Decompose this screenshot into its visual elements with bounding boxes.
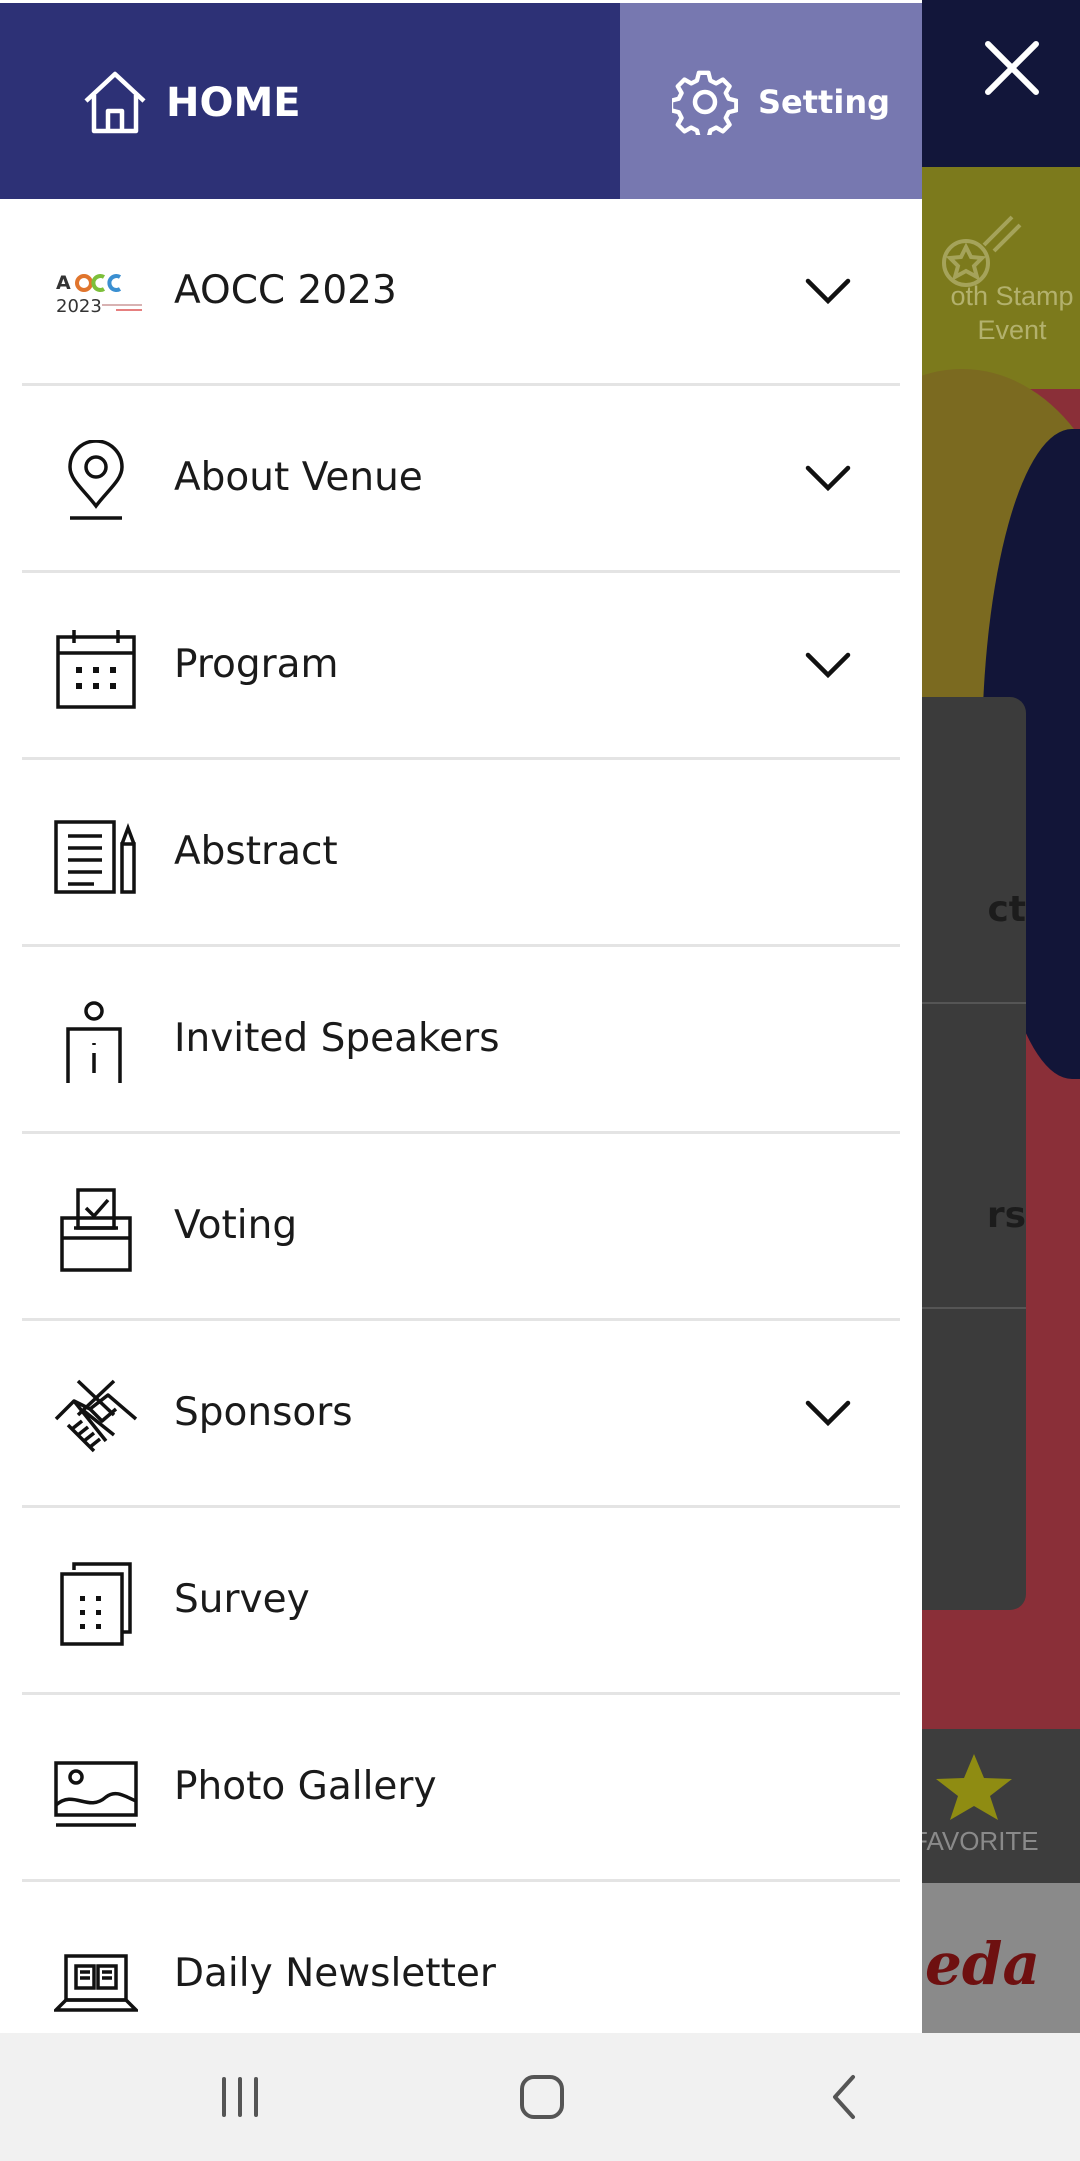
newsletter-laptop-icon [51,1936,141,2020]
menu-item-label: Abstract [174,829,338,874]
home-label: HOME [166,80,301,126]
home-circle-icon [520,2075,564,2119]
chevron-down-icon[interactable] [804,1397,852,1431]
drawer-menu: A 2023 AOCC 2023 About Venue Program Abs… [0,199,922,2033]
image-icon [54,1749,138,1833]
menu-item-label: Survey [174,1577,310,1622]
recent-apps-button[interactable] [210,2067,270,2127]
setting-label: Setting [758,83,890,121]
booth-stamp-tile[interactable]: oth Stamp Event [922,167,1080,389]
menu-item-label: Voting [174,1203,298,1248]
menu-item-daily-newsletter[interactable]: Daily Newsletter [22,1882,900,2033]
navigation-drawer: HOME Setting A 2023 AOCC 2023 About Venu… [0,0,922,2033]
home-system-button[interactable] [512,2067,572,2127]
gear-icon [672,70,738,135]
card-text-abstract: ct [987,889,1026,930]
star-icon[interactable] [930,1752,1018,1822]
calendar-icon [54,627,138,711]
menu-item-survey[interactable]: Survey [22,1508,900,1695]
back-icon [833,2075,855,2119]
back-button[interactable] [815,2067,875,2127]
menu-item-label: Program [174,642,339,687]
menu-item-label: Sponsors [174,1390,353,1435]
handshake-icon [54,1375,138,1459]
card-text-speakers: rs [986,1195,1026,1236]
document-pen-icon [54,814,138,898]
survey-sheet-icon [54,1562,138,1646]
menu-item-about-venue[interactable]: About Venue [22,386,900,573]
menu-item-label: Daily Newsletter [174,1951,496,1996]
favorite-label: FAVORITE [912,1826,1039,1856]
sponsor-banner-text: eda [925,1930,1041,1998]
menu-item-label: Photo Gallery [174,1764,437,1809]
close-drawer-button[interactable] [982,38,1042,98]
system-navigation-bar [0,2033,1080,2161]
recent-apps-icon [222,2077,258,2117]
drawer-header: HOME Setting [0,3,922,199]
close-icon [985,41,1039,95]
background-card: ct rs [922,697,1026,1610]
menu-item-label: AOCC 2023 [174,268,397,313]
menu-item-program[interactable]: Program [22,573,900,760]
home-icon [84,71,146,134]
home-button[interactable]: HOME [0,3,620,199]
chevron-down-icon[interactable] [804,275,852,309]
menu-item-aocc-2023[interactable]: A 2023 AOCC 2023 [22,199,900,386]
menu-item-label: About Venue [174,455,423,500]
ballot-box-icon [54,1188,138,1272]
menu-item-label: Invited Speakers [174,1016,500,1061]
setting-button[interactable]: Setting [620,3,922,199]
menu-item-invited-speakers[interactable]: Invited Speakers [22,947,900,1134]
location-pin-icon [54,439,138,524]
booth-stamp-label: oth Stamp Event [950,281,1074,345]
svg-text:2023: 2023 [56,296,102,317]
menu-item-abstract[interactable]: Abstract [22,760,900,947]
chevron-down-icon[interactable] [804,462,852,496]
chevron-down-icon[interactable] [804,649,852,683]
svg-text:A: A [56,272,71,294]
aocc-logo: A 2023 [56,272,142,317]
menu-item-voting[interactable]: Voting [22,1134,900,1321]
speaker-podium-icon [54,1001,138,1085]
menu-item-photo-gallery[interactable]: Photo Gallery [22,1695,900,1882]
menu-item-sponsors[interactable]: Sponsors [22,1321,900,1508]
